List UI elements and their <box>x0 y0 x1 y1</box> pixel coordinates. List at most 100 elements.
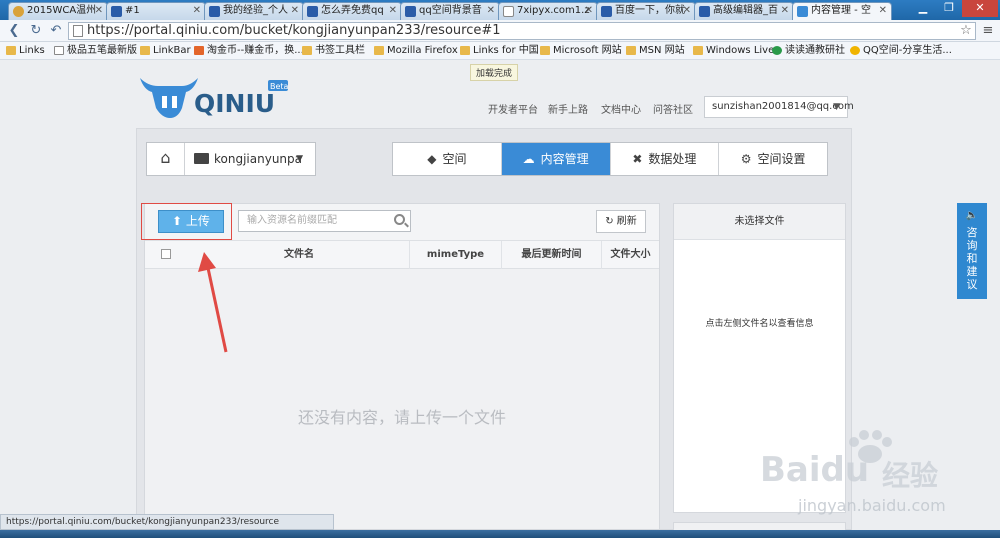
site-favicon-icon <box>13 6 24 17</box>
bookmark-item[interactable]: 书签工具栏 <box>302 44 365 58</box>
star-icon[interactable]: ☆ <box>958 23 974 39</box>
site-favicon-icon <box>111 6 122 17</box>
folder-icon <box>140 46 150 55</box>
close-tab-icon[interactable]: ✕ <box>389 3 397 19</box>
paw-favicon-icon <box>601 6 612 17</box>
qiniu-favicon-icon <box>797 6 808 17</box>
browser-tab[interactable]: 7xipyx.com1.z ✕ <box>498 2 598 20</box>
browser-tab[interactable]: 我的经验_个人 ✕ <box>204 2 304 20</box>
bookmark-item[interactable]: MSN 网站 <box>626 44 685 58</box>
bookmark-item[interactable]: Windows Live <box>693 44 774 58</box>
close-tab-icon[interactable]: ✕ <box>487 3 495 19</box>
bookmark-item[interactable]: 极品五笔最新版 <box>54 44 137 58</box>
account-dropdown[interactable]: sunzishan2001814@qq.com ▼ <box>704 96 854 118</box>
speaker-icon: 🔈 <box>965 210 979 221</box>
feedback-button[interactable]: 🔈 咨 询 和 建 议 <box>957 203 987 299</box>
home-icon[interactable]: ⌂ <box>147 143 185 175</box>
browser-tab[interactable]: 高级编辑器_百 ✕ <box>694 2 794 20</box>
bookmark-item[interactable]: Links <box>6 44 45 58</box>
bookmark-item[interactable]: Microsoft 网站 <box>540 44 622 58</box>
os-taskbar <box>0 530 1000 538</box>
refresh-icon: ↻ <box>605 216 617 227</box>
reload-icon[interactable]: ↻ <box>28 23 44 39</box>
tab-data-processing[interactable]: ✖ 数据处理 <box>611 143 720 175</box>
search-icon[interactable] <box>394 214 405 225</box>
minimize-window-icon[interactable]: ▁ <box>910 0 936 17</box>
paw-favicon-icon <box>307 6 318 17</box>
close-tab-icon[interactable]: ✕ <box>879 3 887 19</box>
qa-community-link[interactable]: 问答社区 <box>653 101 693 116</box>
bookmark-item[interactable]: 读读通教研社 <box>772 44 845 58</box>
empty-state-message: 还没有内容，请上传一个文件 <box>297 408 506 427</box>
maximize-window-icon[interactable]: ❐ <box>936 0 962 17</box>
cloud-upload-icon: ☁ <box>522 152 535 166</box>
folder-icon <box>693 46 703 55</box>
browser-tab-active[interactable]: 内容管理 - 空 ✕ <box>792 2 892 21</box>
close-tab-icon[interactable]: ✕ <box>781 3 789 19</box>
folder-icon <box>302 46 312 55</box>
column-header-mimetype[interactable]: mimeType <box>409 241 501 269</box>
close-tab-icon[interactable]: ✕ <box>193 3 201 19</box>
paw-favicon-icon <box>209 6 220 17</box>
developer-platform-link[interactable]: 开发者平台 <box>488 101 538 116</box>
svg-text:Beta: Beta <box>270 82 288 91</box>
tab-space[interactable]: ◆ 空间 <box>393 143 502 175</box>
back-icon[interactable]: ❮ <box>6 23 22 39</box>
close-tab-icon[interactable]: ✕ <box>683 3 691 19</box>
bookmark-item[interactable]: LinkBar <box>140 44 191 58</box>
tab-content-management[interactable]: ☁ 内容管理 <box>501 143 611 175</box>
paw-favicon-icon <box>699 6 710 17</box>
close-tab-icon[interactable]: ✕ <box>95 3 103 19</box>
bookmark-item[interactable]: 淘金币--赚金币，换... <box>194 44 304 58</box>
bookmark-item[interactable]: QQ空间-分享生活... <box>850 44 952 58</box>
detail-title: 未选择文件 <box>674 204 845 240</box>
bucket-selector[interactable]: ⌂ kongjianyunpa ▼ <box>146 142 316 176</box>
taobao-icon <box>194 46 204 55</box>
loading-tooltip: 加载完成 <box>470 64 519 81</box>
qiniu-logo[interactable]: QINIU Beta <box>138 72 289 122</box>
bookmark-item[interactable]: Mozilla Firefox <box>374 44 458 58</box>
highlight-annotation <box>141 203 232 240</box>
search-input[interactable]: 输入资源名前缀匹配 <box>238 210 411 232</box>
undo-icon[interactable]: ↶ <box>48 23 64 39</box>
folder-icon <box>540 46 550 55</box>
site-icon <box>772 46 782 55</box>
close-tab-icon[interactable]: ✕ <box>585 3 593 19</box>
caret-down-icon[interactable]: ▼ <box>296 143 303 175</box>
close-window-icon[interactable]: ✕ <box>962 0 998 17</box>
page-favicon-icon <box>503 6 514 17</box>
browser-tab[interactable]: #1 ✕ <box>106 2 206 20</box>
refresh-button[interactable]: ↻ 刷新 <box>596 210 646 233</box>
folder-icon <box>460 46 470 55</box>
address-bar[interactable]: https://portal.qiniu.com/bucket/kongjian… <box>68 22 976 40</box>
folder-icon <box>194 153 209 164</box>
folder-icon <box>374 46 384 55</box>
browser-tab[interactable]: qq空间背景音 ✕ <box>400 2 500 20</box>
paw-favicon-icon <box>405 6 416 17</box>
docs-center-link[interactable]: 文档中心 <box>601 101 641 116</box>
tab-space-settings[interactable]: ⚙ 空间设置 <box>719 143 827 175</box>
caret-down-icon: ▼ <box>833 102 840 112</box>
status-bar-url: https://portal.qiniu.com/bucket/kongjian… <box>0 514 334 530</box>
folder-icon <box>6 46 16 55</box>
browser-tab[interactable]: 2015WCA温州 ✕ <box>8 2 108 20</box>
qiniu-bull-icon: QINIU Beta <box>140 78 289 118</box>
folder-icon <box>626 46 636 55</box>
baidu-jingyan-watermark: Baidu 经验 jingyan.baidu.com <box>760 430 990 530</box>
column-header-size[interactable]: 文件大小 <box>601 241 659 269</box>
menu-icon[interactable]: ≡ <box>980 23 996 39</box>
browser-tab[interactable]: 怎么弄免费qq ✕ <box>302 2 402 20</box>
bookmarks-bar: Links 极品五笔最新版 LinkBar 淘金币--赚金币，换... 书签工具… <box>0 42 1000 60</box>
column-header-updated[interactable]: 最后更新时间 <box>501 241 601 269</box>
getting-started-link[interactable]: 新手上路 <box>548 101 588 116</box>
bucket-name: kongjianyunpa <box>214 152 302 166</box>
svg-text:QINIU: QINIU <box>194 89 275 118</box>
browser-tab[interactable]: 百度一下，你就 ✕ <box>596 2 696 20</box>
bookmark-item[interactable]: Links for 中国 <box>460 44 539 58</box>
browser-nav-bar: ❮ ↻ ↶ https://portal.qiniu.com/bucket/ko… <box>0 20 1000 42</box>
cube-icon: ◆ <box>427 152 437 166</box>
close-tab-icon[interactable]: ✕ <box>291 3 299 19</box>
select-all-checkbox[interactable] <box>161 249 171 259</box>
page-icon <box>54 46 64 55</box>
star-site-icon <box>850 46 860 55</box>
